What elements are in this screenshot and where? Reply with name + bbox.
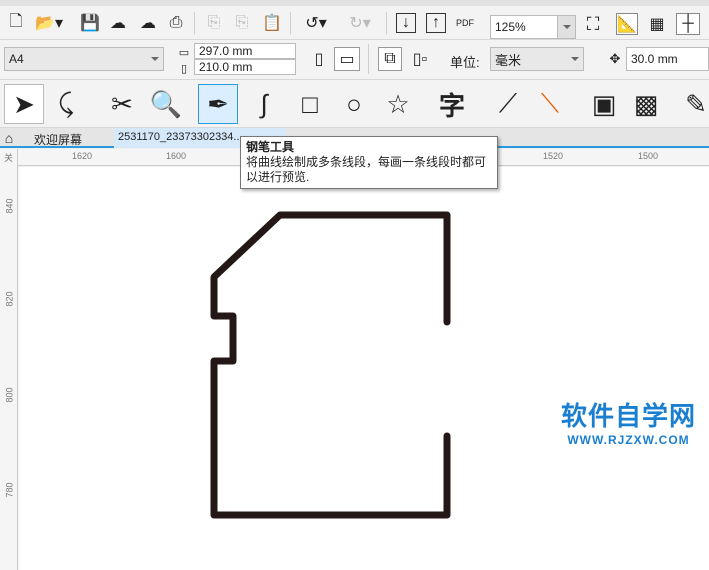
crop-tool-icon[interactable]: ✂ xyxy=(102,84,142,124)
pen-tool-icon[interactable]: ✒ xyxy=(198,84,238,124)
ruler-label: 780 xyxy=(4,482,15,498)
all-pages-icon[interactable]: ⧉ xyxy=(378,47,402,71)
portrait-icon[interactable]: ▯ xyxy=(310,49,328,69)
page-height-input[interactable]: 210.0 mm xyxy=(194,59,296,75)
print-icon[interactable]: ⎙ xyxy=(166,13,186,33)
ruler-label: 800 xyxy=(4,387,15,403)
vertical-ruler[interactable]: 关 840 820 800 780 xyxy=(0,149,18,570)
toolbox: ➤ ⤹ ✂ 🔍 ✒ ∫ □ ○ ☆ 字 ⟋ ⟍ ▣ ▩ ✎ xyxy=(0,80,709,128)
rulers-icon[interactable]: 📐 xyxy=(616,13,638,35)
property-bar: A4 ▭ 297.0 mm ▯ 210.0 mm ▯ ▭ ⧉ ▯▫ 单位: 毫米… xyxy=(0,40,709,80)
transparency-tool-icon[interactable]: ▩ xyxy=(626,84,666,124)
standard-toolbar: 🗋 📂▾ 💾 ☁ ☁ ⎙ ⎘ ⎘ 📋 ↺▾ ↻▾ ↓ ↑ PDF 125% ⛶ … xyxy=(0,6,709,40)
page-width-input[interactable]: 297.0 mm xyxy=(194,43,296,59)
import-icon[interactable]: ↓ xyxy=(396,13,416,33)
open-icon[interactable]: 📂▾ xyxy=(34,13,64,33)
divider xyxy=(194,12,195,34)
landscape-icon[interactable]: ▭ xyxy=(334,47,360,71)
home-icon[interactable]: ⌂ xyxy=(0,129,18,147)
paste-icon[interactable]: 📋 xyxy=(262,13,282,33)
zoom-level-select[interactable]: 125% xyxy=(490,15,576,39)
page-size-value: A4 xyxy=(9,52,24,66)
save-icon[interactable]: 💾 xyxy=(80,13,100,33)
watermark: 软件自学网 WWW.RJZXW.COM xyxy=(561,396,696,447)
ruler-label: 840 xyxy=(4,198,15,214)
cut-icon[interactable]: ⎘ xyxy=(204,13,224,33)
guidelines-icon[interactable]: ┼ xyxy=(676,13,700,35)
publish-pdf-icon[interactable]: PDF xyxy=(454,13,476,33)
drawing-canvas[interactable] xyxy=(19,167,709,570)
pick-tool-icon[interactable]: ➤ xyxy=(4,84,44,124)
connector-tool-icon[interactable]: ⟍ xyxy=(530,84,570,124)
export-icon[interactable]: ↑ xyxy=(426,13,446,33)
zoom-value: 125% xyxy=(495,20,526,34)
unit-value: 毫米 xyxy=(495,52,522,68)
full-screen-icon[interactable]: ⛶ xyxy=(582,13,604,35)
drawing xyxy=(210,211,451,519)
undo-icon[interactable]: ↺▾ xyxy=(298,13,334,33)
divider xyxy=(368,44,369,74)
grid-icon[interactable]: ▦ xyxy=(646,13,668,35)
page-size-select[interactable]: A4 xyxy=(4,47,164,71)
watermark-url: WWW.RJZXW.COM xyxy=(567,433,690,447)
shape-tool-icon[interactable]: ⤹ xyxy=(46,84,86,124)
page-width-icon: ▭ xyxy=(178,46,190,59)
ruler-label: 1500 xyxy=(638,151,659,161)
drop-shadow-tool-icon[interactable]: ▣ xyxy=(584,84,624,124)
tooltip-body: 将曲线绘制成多条线段，每画一条线段时都可以进行预览. xyxy=(246,155,487,184)
new-document-icon[interactable]: 🗋 xyxy=(6,13,26,33)
nudge-value: 30.0 mm xyxy=(631,52,678,66)
redo-icon[interactable]: ↻▾ xyxy=(342,13,378,33)
polygon-tool-icon[interactable]: ☆ xyxy=(378,84,418,124)
rectangle-tool-icon[interactable]: □ xyxy=(290,84,330,124)
nudge-icon: ✥ xyxy=(609,51,621,66)
drawn-polyline[interactable] xyxy=(210,211,451,519)
ruler-unit-icon: 关 xyxy=(4,153,14,163)
ruler-label: 1520 xyxy=(543,151,564,161)
page-height-value: 210.0 mm xyxy=(199,60,253,74)
cloud-import-icon[interactable]: ☁ xyxy=(108,13,128,33)
tooltip-title: 钢笔工具 xyxy=(246,140,295,154)
unit-select[interactable]: 毫米 xyxy=(490,47,584,71)
text-tool-icon[interactable]: 字 xyxy=(432,84,472,124)
watermark-title: 软件自学网 xyxy=(561,401,697,431)
nudge-distance-input[interactable]: 30.0 mm xyxy=(626,47,709,71)
page-width-value: 297.0 mm xyxy=(199,44,253,58)
tab-welcome[interactable]: 欢迎屏幕 xyxy=(34,131,82,148)
unit-label: 单位: xyxy=(450,55,480,70)
freehand-tool-icon[interactable]: ∫ xyxy=(244,84,284,124)
page-height-icon: ▯ xyxy=(180,62,188,75)
ruler-label: 820 xyxy=(4,291,15,307)
ruler-label: 1600 xyxy=(166,151,187,161)
zoom-tool-icon[interactable]: 🔍 xyxy=(146,84,186,124)
current-page-icon[interactable]: ▯▫ xyxy=(408,47,432,71)
copy-icon[interactable]: ⎘ xyxy=(232,13,252,33)
dimension-tool-icon[interactable]: ⟋ xyxy=(488,84,528,124)
cloud-export-icon[interactable]: ☁ xyxy=(138,13,158,33)
eyedropper-tool-icon[interactable]: ✎ xyxy=(676,84,709,124)
tooltip: 钢笔工具 将曲线绘制成多条线段，每画一条线段时都可以进行预览. xyxy=(240,136,498,189)
divider xyxy=(290,12,291,34)
ellipse-tool-icon[interactable]: ○ xyxy=(334,84,374,124)
ruler-label: 1620 xyxy=(72,151,93,161)
divider xyxy=(386,12,387,34)
